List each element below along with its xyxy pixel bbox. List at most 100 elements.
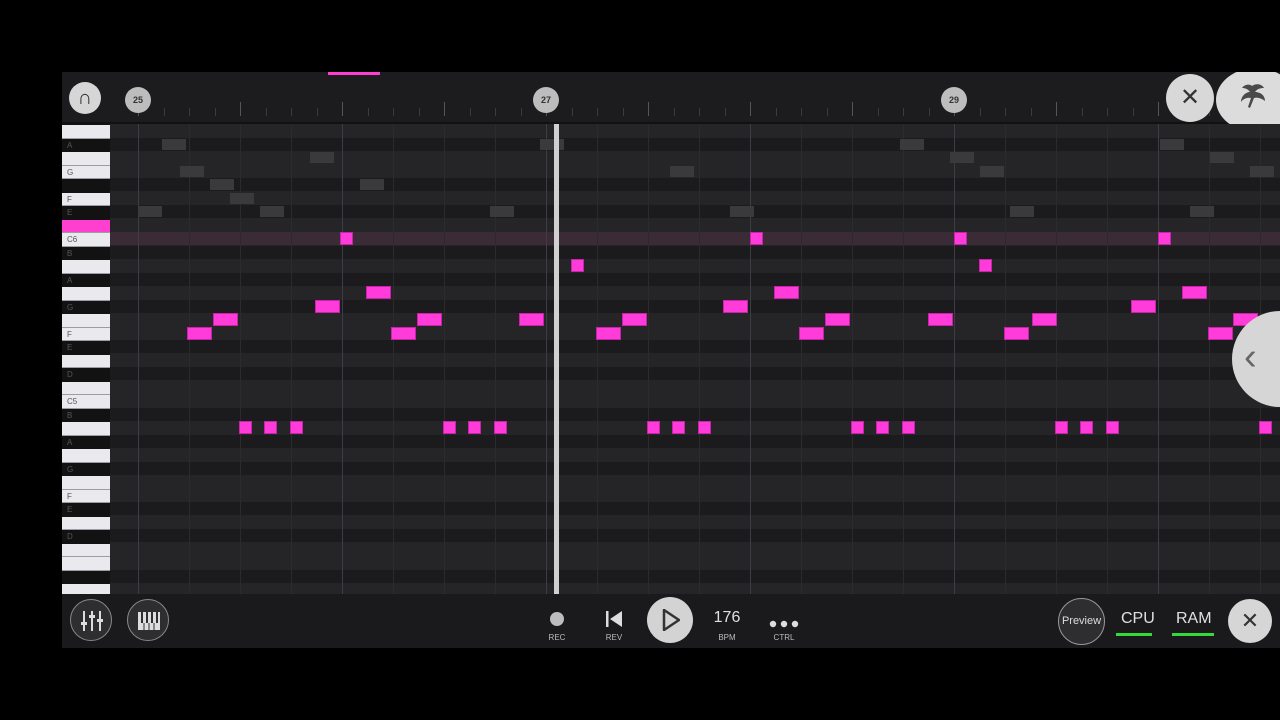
piano-key[interactable] — [62, 152, 110, 166]
ghost-note — [900, 138, 924, 150]
timeline-tick — [418, 108, 420, 116]
play-icon[interactable] — [647, 597, 693, 643]
timeline-tick — [877, 108, 879, 116]
midi-note[interactable] — [290, 421, 303, 434]
grid-row — [110, 124, 1280, 137]
midi-note[interactable] — [902, 421, 915, 434]
midi-note[interactable] — [571, 259, 584, 272]
grid-line — [750, 124, 751, 594]
grid-row — [110, 192, 1280, 205]
grid-row — [110, 516, 1280, 529]
note-grid[interactable] — [110, 124, 1280, 594]
midi-note[interactable] — [1158, 232, 1171, 245]
midi-note[interactable] — [443, 421, 456, 434]
bar-marker-29[interactable]: 29 — [941, 87, 967, 113]
midi-note[interactable] — [774, 286, 799, 299]
midi-note[interactable] — [647, 421, 660, 434]
midi-note[interactable] — [264, 421, 277, 434]
piano-key[interactable] — [62, 354, 110, 368]
piano-key[interactable] — [62, 219, 110, 233]
ghost-note — [540, 138, 564, 150]
piano-key[interactable] — [62, 260, 110, 274]
key-label: B — [67, 248, 73, 258]
midi-note[interactable] — [213, 313, 238, 326]
piano-key[interactable] — [62, 422, 110, 436]
magnet-icon[interactable]: ∩ — [69, 82, 101, 114]
midi-note[interactable] — [315, 299, 340, 313]
midi-note[interactable] — [698, 421, 711, 434]
playhead[interactable] — [554, 124, 559, 594]
midi-note[interactable] — [1106, 421, 1119, 434]
timeline-tick — [801, 108, 802, 116]
midi-note[interactable] — [851, 421, 864, 434]
midi-note[interactable] — [1182, 286, 1207, 299]
piano-key[interactable] — [62, 449, 110, 463]
midi-note[interactable] — [187, 326, 212, 340]
timeline-tick — [393, 108, 394, 116]
key-label: E — [67, 505, 73, 514]
grid-line — [648, 124, 649, 594]
midi-note[interactable] — [750, 232, 763, 245]
midi-note[interactable] — [1032, 313, 1057, 326]
ghost-note — [730, 206, 754, 217]
more-dots-icon[interactable] — [769, 615, 799, 628]
midi-note[interactable] — [876, 421, 889, 434]
piano-key[interactable] — [62, 584, 110, 594]
bpm-value[interactable]: 176 — [706, 609, 748, 627]
piano-keys-icon[interactable] — [127, 599, 169, 641]
mixer-sliders-icon[interactable] — [70, 599, 112, 641]
midi-note[interactable] — [954, 232, 967, 245]
midi-note[interactable] — [723, 299, 748, 313]
preview-button[interactable]: Preview — [1058, 598, 1105, 645]
midi-note[interactable] — [622, 313, 647, 326]
midi-note[interactable] — [417, 313, 442, 326]
piano-key[interactable] — [62, 557, 110, 571]
midi-note[interactable] — [672, 421, 685, 434]
piano-key[interactable] — [62, 287, 110, 301]
grid-row — [110, 529, 1280, 542]
midi-note[interactable] — [1055, 421, 1068, 434]
fl-fruit-logo-icon[interactable] — [1216, 72, 1280, 132]
rewind-icon[interactable] — [603, 609, 625, 629]
close-icon[interactable]: ✕ — [1228, 599, 1272, 643]
midi-note[interactable] — [1004, 326, 1029, 340]
midi-note[interactable] — [979, 259, 992, 272]
piano-key[interactable] — [62, 314, 110, 328]
bar-marker-25[interactable]: 25 — [125, 87, 151, 113]
midi-note[interactable] — [519, 313, 544, 326]
midi-note[interactable] — [1080, 421, 1093, 434]
timeline-tick — [571, 108, 573, 116]
midi-note[interactable] — [1131, 299, 1156, 313]
piano-keyboard[interactable]: A G F E C6 B A G F E D C5 B A G F E D — [62, 124, 110, 594]
piano-key[interactable] — [62, 381, 110, 395]
midi-note[interactable] — [391, 326, 416, 340]
piano-key[interactable] — [62, 543, 110, 557]
close-icon[interactable]: ✕ — [1166, 74, 1214, 122]
midi-note[interactable] — [340, 232, 353, 245]
bar-marker-27[interactable]: 27 — [533, 87, 559, 113]
midi-note[interactable] — [239, 421, 252, 434]
midi-note[interactable] — [596, 326, 621, 340]
midi-note[interactable] — [799, 326, 824, 340]
piano-key[interactable] — [62, 476, 110, 490]
grid-row — [110, 137, 1280, 151]
piano-key[interactable] — [62, 516, 110, 530]
key-label: G — [67, 464, 74, 474]
piano-key[interactable] — [62, 125, 110, 139]
midi-note[interactable] — [494, 421, 507, 434]
grid-row — [110, 421, 1280, 434]
grid-row — [110, 245, 1280, 259]
timeline-tick — [189, 108, 190, 116]
key-label: D — [67, 370, 73, 379]
midi-note[interactable] — [825, 313, 850, 326]
grid-row — [110, 407, 1280, 421]
midi-note[interactable] — [1259, 421, 1272, 434]
record-button[interactable] — [550, 612, 564, 626]
midi-note[interactable] — [1208, 326, 1233, 340]
grid-line — [1209, 124, 1210, 594]
midi-note[interactable] — [928, 313, 953, 326]
timeline-tick — [444, 102, 445, 116]
midi-note[interactable] — [468, 421, 481, 434]
midi-note[interactable] — [366, 286, 391, 299]
timeline-ruler[interactable] — [110, 72, 1280, 122]
